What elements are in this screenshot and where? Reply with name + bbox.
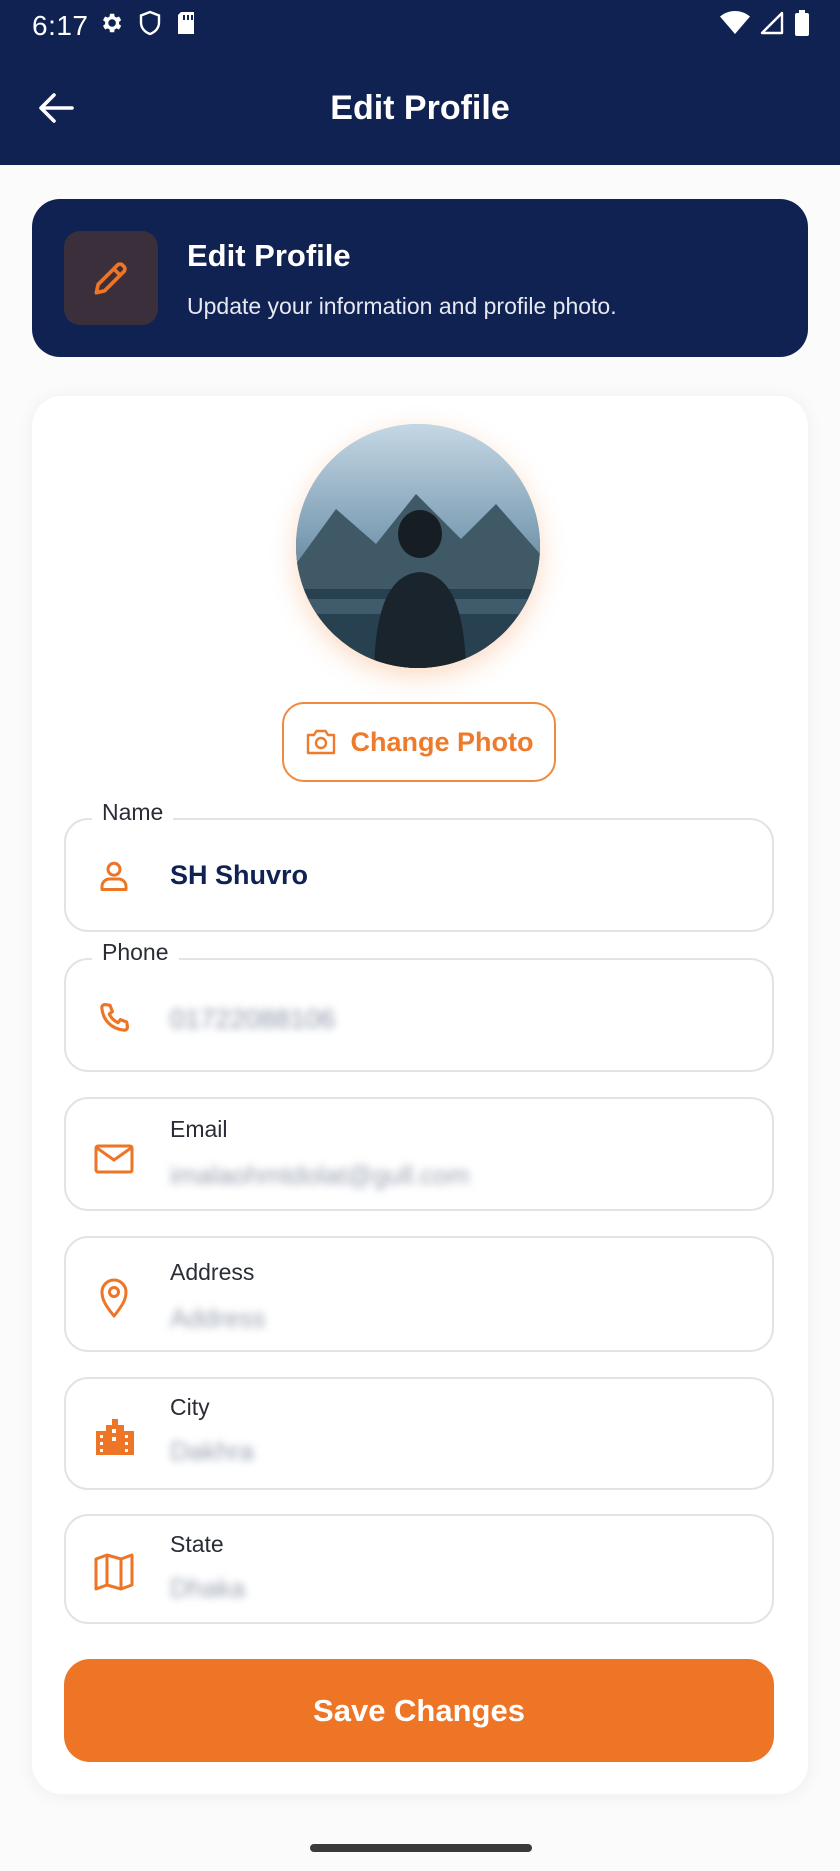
phone-field[interactable]: Phone 01722088106 (64, 938, 774, 1072)
profile-avatar[interactable] (296, 424, 540, 668)
email-placeholder: imalaohmtdolat@gull.com (170, 1160, 470, 1190)
header-subtitle: Update your information and profile phot… (187, 293, 617, 319)
app-header: 6:17 Edit Profile (0, 0, 840, 165)
sd-card-icon (176, 11, 196, 40)
mail-icon (92, 1137, 136, 1181)
phone-label: Phone (92, 938, 179, 966)
city-field[interactable]: City Dakhra (64, 1377, 774, 1490)
name-label: Name (92, 798, 174, 826)
address-label: Address (170, 1259, 255, 1285)
wifi-icon (720, 11, 750, 40)
home-indicator[interactable] (310, 1844, 532, 1852)
address-field[interactable]: Address Address (64, 1236, 774, 1352)
state-field[interactable]: State Dhaka (64, 1514, 774, 1624)
header-title: Edit Profile (187, 238, 351, 273)
email-field[interactable]: Email imalaohmtdolat@gull.com (64, 1097, 774, 1211)
status-time: 6:17 (32, 10, 89, 41)
person-icon (92, 854, 136, 898)
pencil-icon (94, 262, 127, 295)
status-icons-right (720, 10, 810, 41)
header-icon-box (64, 231, 158, 325)
camera-icon (306, 729, 335, 755)
email-label: Email (170, 1116, 228, 1142)
state-placeholder: Dhaka (170, 1573, 246, 1603)
address-placeholder: Address (170, 1303, 266, 1333)
city-label: City (170, 1394, 210, 1420)
cell-signal-icon (760, 11, 784, 40)
avatar-photo (296, 424, 540, 668)
settings-gear-icon (98, 10, 124, 41)
edit-profile-header-card: Edit Profile Update your information and… (32, 199, 808, 357)
name-field[interactable]: Name SH Shuvro (64, 798, 774, 932)
city-placeholder: Dakhra (170, 1436, 254, 1466)
page-title: Edit Profile (330, 89, 510, 127)
save-changes-button[interactable]: Save Changes (64, 1659, 774, 1762)
battery-icon (794, 10, 810, 41)
change-photo-button[interactable]: Change Photo (282, 702, 556, 782)
name-value: SH Shuvro (170, 860, 309, 890)
change-photo-label: Change Photo (350, 726, 534, 757)
location-pin-icon (92, 1276, 136, 1320)
state-label: State (170, 1531, 224, 1557)
city-icon (92, 1415, 136, 1459)
map-icon (92, 1550, 136, 1594)
phone-value: 01722088106 (170, 1004, 336, 1034)
shield-icon (138, 10, 162, 41)
phone-icon (92, 996, 136, 1040)
status-icons-left (98, 10, 196, 41)
